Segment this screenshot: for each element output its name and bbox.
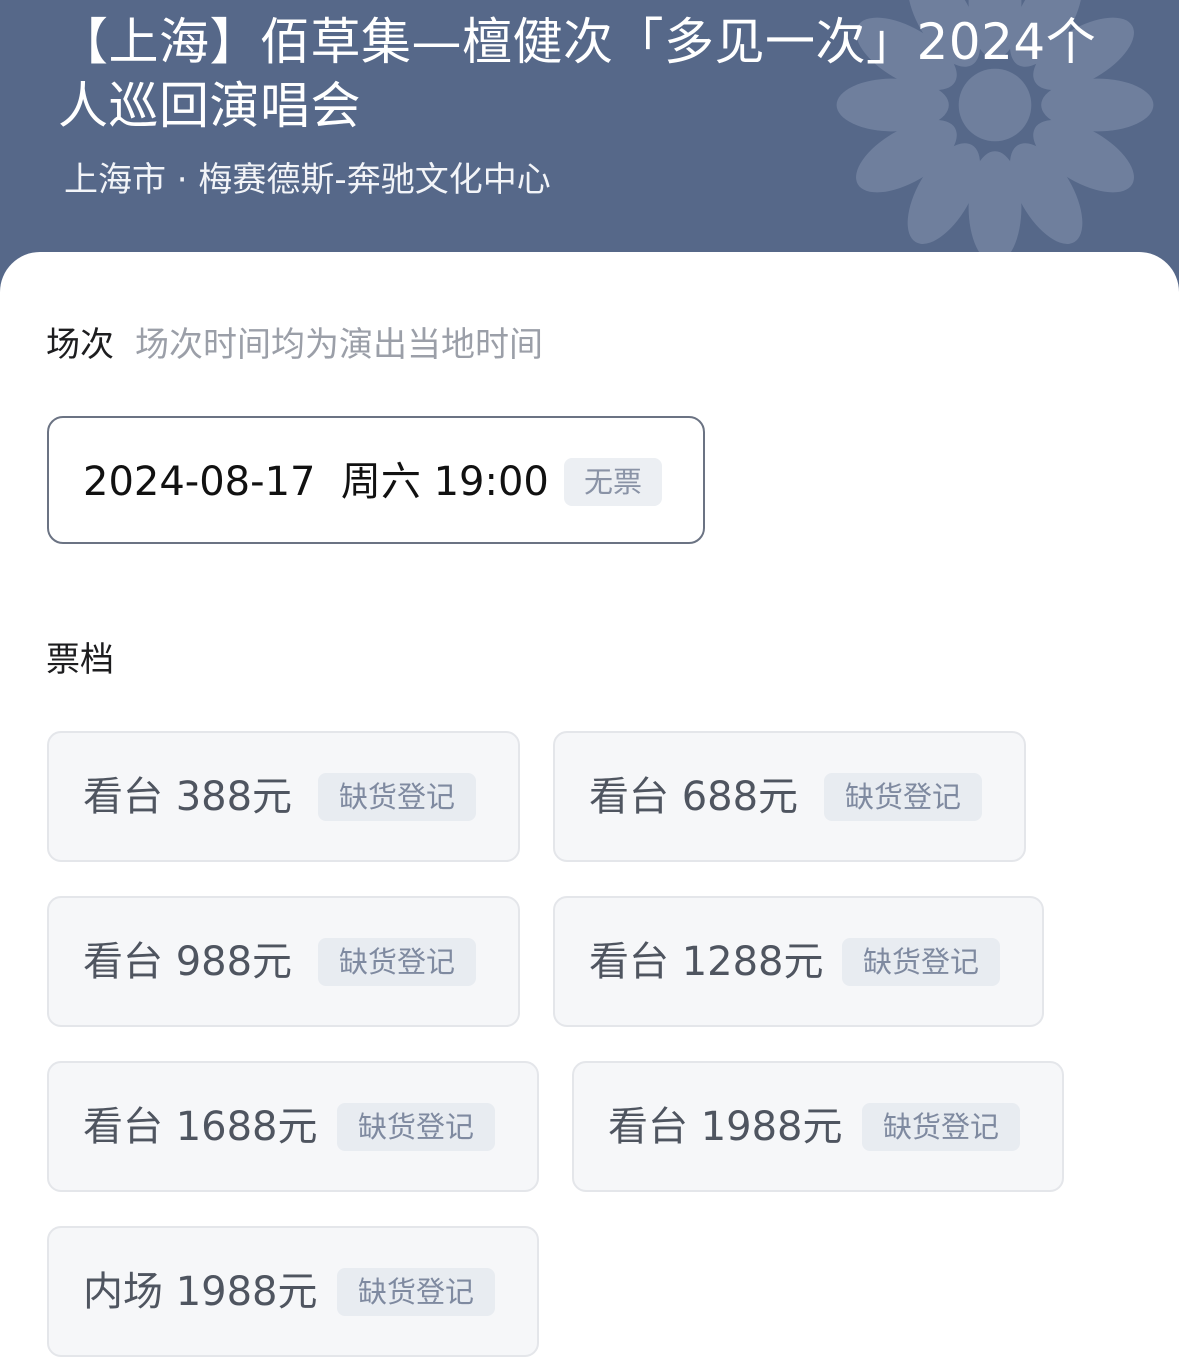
- concert-title: 【上海】佰草集—檀健次「多见一次」2024个人巡回演唱会: [58, 13, 1097, 135]
- sold-out-tag: 无票: [564, 458, 662, 506]
- tier-option-988[interactable]: 看台 988元 缺货登记: [47, 896, 520, 1027]
- waitlist-register-badge[interactable]: 缺货登记: [318, 773, 476, 821]
- waitlist-register-badge[interactable]: 缺货登记: [842, 938, 1000, 986]
- tier-name: 内场 1988元: [83, 1269, 318, 1315]
- session-option-selected[interactable]: 2024-08-17 周六 19:00 无票: [47, 416, 705, 544]
- waitlist-register-badge[interactable]: 缺货登记: [337, 1103, 495, 1151]
- tier-section-label: 票档: [46, 640, 114, 680]
- tier-name: 看台 1288元: [589, 939, 824, 985]
- tier-option-688[interactable]: 看台 688元 缺货登记: [553, 731, 1026, 862]
- page: 【上海】佰草集—檀健次「多见一次」2024个人巡回演唱会 上海市 · 梅赛德斯-…: [0, 0, 1179, 1368]
- session-section-label: 场次: [46, 325, 114, 365]
- tier-name: 看台 1688元: [83, 1104, 318, 1150]
- waitlist-register-badge[interactable]: 缺货登记: [337, 1268, 495, 1316]
- waitlist-register-badge[interactable]: 缺货登记: [862, 1103, 1020, 1151]
- tier-name: 看台 688元: [589, 774, 799, 820]
- tier-option-1688[interactable]: 看台 1688元 缺货登记: [47, 1061, 539, 1192]
- tier-option-1988-floor[interactable]: 内场 1988元 缺货登记: [47, 1226, 539, 1357]
- tier-name: 看台 388元: [83, 774, 293, 820]
- tier-option-388[interactable]: 看台 388元 缺货登记: [47, 731, 520, 862]
- tier-name: 看台 1988元: [608, 1104, 843, 1150]
- waitlist-register-badge[interactable]: 缺货登记: [824, 773, 982, 821]
- tier-option-1988-stand[interactable]: 看台 1988元 缺货登记: [572, 1061, 1064, 1192]
- tier-option-1288[interactable]: 看台 1288元 缺货登记: [553, 896, 1044, 1027]
- concert-venue: 上海市 · 梅赛德斯-奔驰文化中心: [64, 160, 551, 200]
- session-time-hint: 场次时间均为演出当地时间: [135, 325, 543, 365]
- waitlist-register-badge[interactable]: 缺货登记: [318, 938, 476, 986]
- session-datetime: 2024-08-17 周六 19:00: [83, 459, 549, 505]
- tier-name: 看台 988元: [83, 939, 293, 985]
